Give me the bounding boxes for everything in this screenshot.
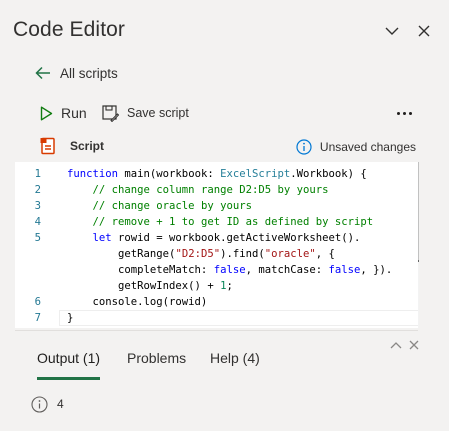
code-editor[interactable]: 1 2 3 4 5 6 7 function main(workbook: Ex…: [15, 162, 434, 328]
line-number: 4: [34, 216, 41, 228]
unsaved-status: Unsaved changes: [296, 136, 416, 158]
save-script-label: Save script: [127, 106, 189, 120]
run-button[interactable]: Run: [40, 100, 87, 126]
code-line[interactable]: let rowid = workbook.getActiveWorksheet(…: [67, 230, 392, 246]
run-label: Run: [61, 105, 87, 121]
unsaved-changes-label: Unsaved changes: [319, 140, 416, 154]
code-line[interactable]: // remove + 1 to get ID as defined by sc…: [67, 214, 392, 230]
line-number: 7: [34, 312, 41, 324]
code-line[interactable]: getRange("D2:D5").find("oracle", {: [67, 246, 392, 262]
all-scripts-label: All scripts: [60, 65, 118, 81]
script-label: Script: [70, 139, 105, 153]
panel-expand-button[interactable]: [388, 338, 404, 352]
more-options-button[interactable]: [392, 104, 416, 122]
code-line[interactable]: getRowIndex() + 1;: [67, 278, 392, 294]
code-lines[interactable]: function main(workbook: ExcelScript.Work…: [67, 166, 392, 326]
line-number: [15, 246, 55, 262]
panel-divider: [15, 330, 418, 331]
line-number: 5: [34, 232, 41, 244]
chevron-up-icon: [390, 342, 402, 349]
code-line[interactable]: // change oracle by yours: [67, 198, 392, 214]
pane-title: Code Editor: [13, 18, 125, 41]
close-pane-button[interactable]: [413, 20, 435, 42]
script-icon: [40, 137, 55, 155]
collapse-button[interactable]: [381, 20, 403, 42]
close-icon: [418, 25, 430, 37]
script-row: Script Unsaved changes: [40, 136, 416, 158]
script-toolbar: Run Save script: [36, 100, 416, 126]
line-number: 2: [34, 184, 41, 196]
code-line[interactable]: // change column range D2:D5 by yours: [67, 182, 392, 198]
save-script-button[interactable]: Save script: [102, 100, 189, 126]
tab-help[interactable]: Help (4): [210, 350, 260, 380]
all-scripts-link[interactable]: All scripts: [35, 60, 118, 86]
info-icon: [296, 139, 312, 155]
chevron-down-icon: [385, 27, 399, 35]
tab-output[interactable]: Output (1): [37, 350, 100, 380]
close-icon: [409, 340, 419, 350]
save-icon: [102, 104, 119, 122]
code-line[interactable]: }: [67, 310, 392, 326]
output-value: 4: [57, 397, 64, 411]
code-line[interactable]: function main(workbook: ExcelScript.Work…: [67, 166, 392, 182]
line-number: 1: [34, 168, 41, 180]
output-entry: 4: [31, 394, 64, 414]
line-number: [15, 278, 55, 294]
pane-scrollbar-track[interactable]: [419, 162, 434, 431]
line-number-gutter: 1 2 3 4 5 6 7: [15, 166, 55, 326]
pane-header: Code Editor: [0, 0, 449, 58]
arrow-left-icon: [35, 66, 50, 80]
more-dot: [408, 111, 412, 115]
active-tab-indicator: [37, 377, 100, 380]
code-line[interactable]: completeMatch: false, matchCase: false, …: [67, 262, 392, 278]
line-number: 6: [34, 296, 41, 308]
line-number: [15, 262, 55, 278]
line-number: 3: [34, 200, 41, 212]
info-icon: [31, 395, 48, 413]
code-line[interactable]: console.log(rowid): [67, 294, 392, 310]
play-icon: [40, 106, 53, 120]
more-horizontal-icon: [396, 111, 400, 115]
more-dot: [402, 111, 406, 115]
tab-problems[interactable]: Problems: [127, 350, 186, 380]
